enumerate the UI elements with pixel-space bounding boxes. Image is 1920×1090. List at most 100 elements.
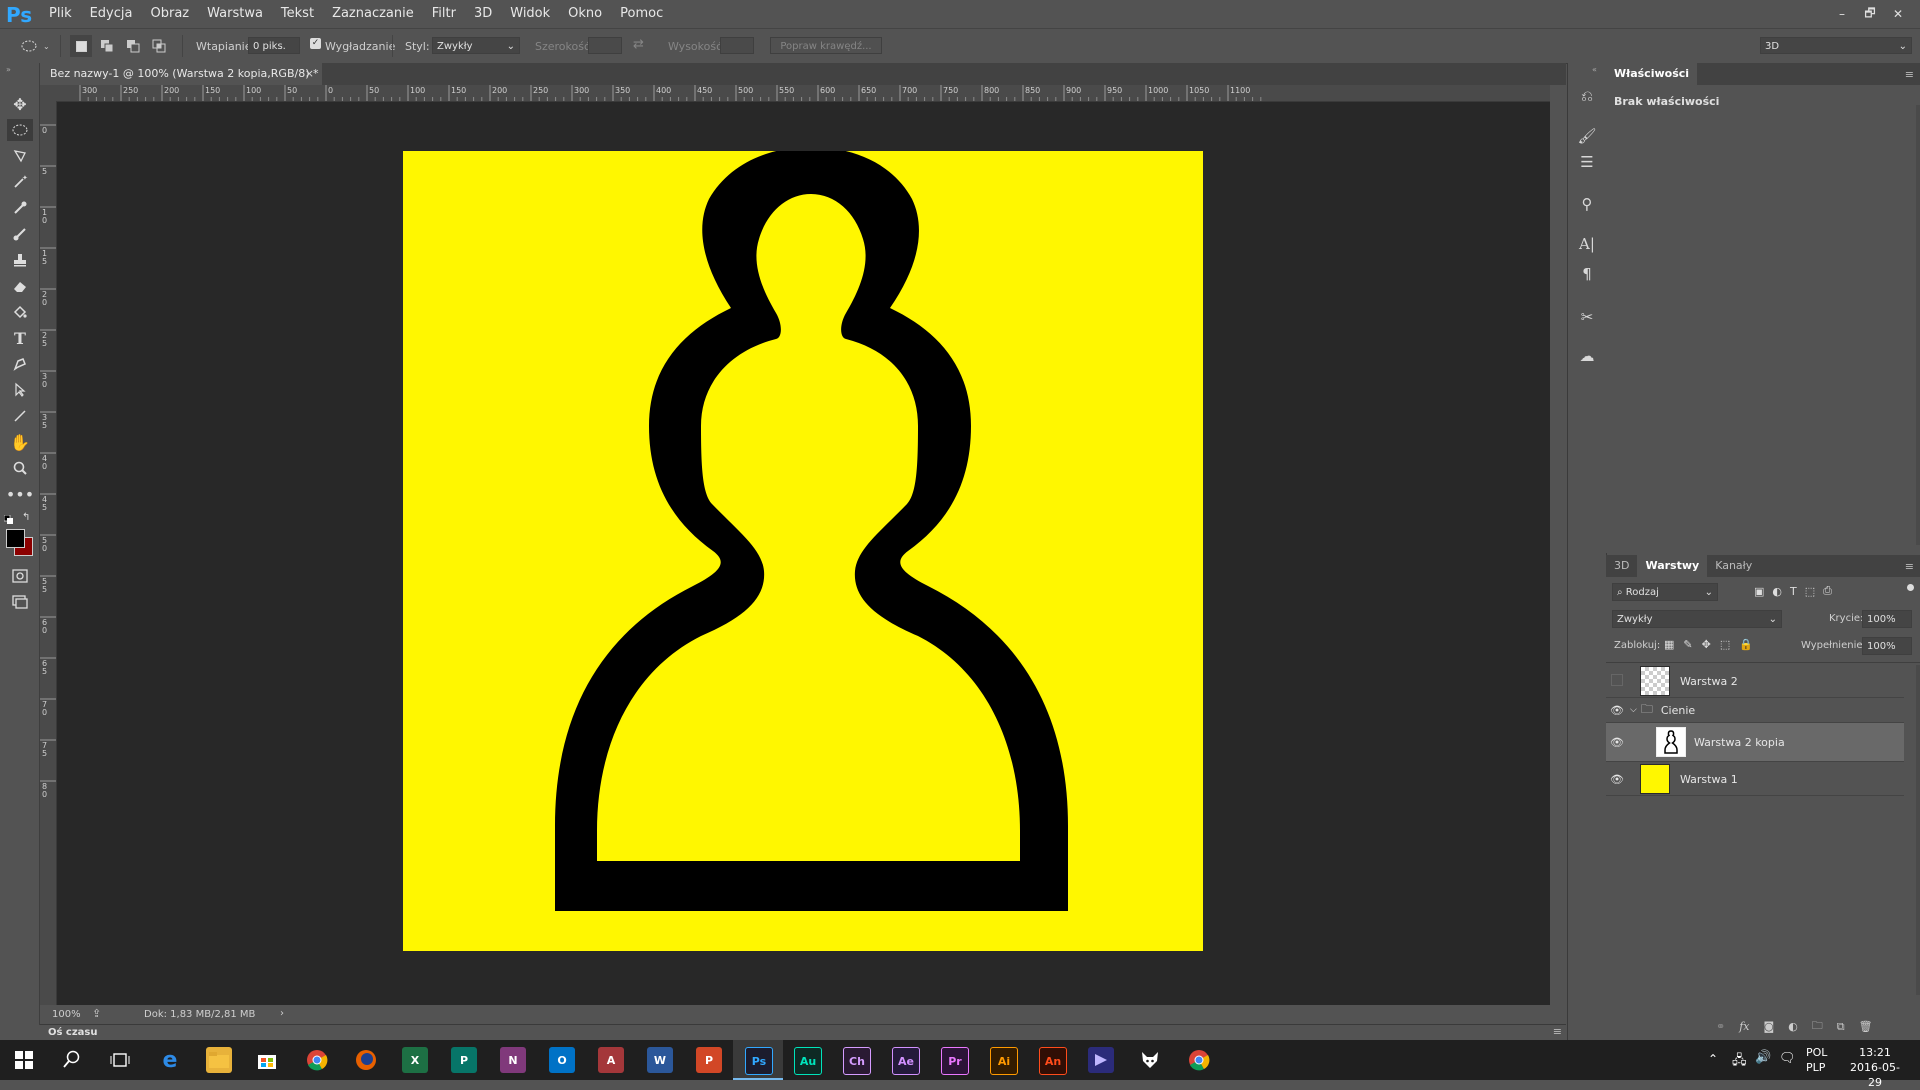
vertical-ruler[interactable]: 0 5 1 0 1 5 2 0 2 5 3 0 3 5 4 0 4 5 5 0 5 5 6 0 6 5 7 …: [40, 101, 57, 1005]
quick-mask-icon[interactable]: [7, 565, 33, 587]
tool-presets-icon[interactable]: ✂: [1576, 306, 1598, 328]
photoshop-taskbar-icon[interactable]: Ps: [745, 1047, 773, 1075]
layer-name[interactable]: Warstwa 1: [1680, 773, 1738, 786]
new-layer-icon[interactable]: ⧉: [1837, 1020, 1845, 1034]
collapse-icon[interactable]: «: [1592, 65, 1597, 74]
filter-adjustment-icon[interactable]: ◐: [1772, 585, 1782, 598]
more-tools-icon[interactable]: •••: [6, 483, 34, 505]
hand-tool-icon[interactable]: ✋: [7, 431, 33, 453]
notifications-icon[interactable]: 🗨: [1779, 1051, 1796, 1066]
chevron-right-icon[interactable]: ›: [280, 1008, 284, 1019]
link-icon[interactable]: ⚭: [1716, 1020, 1725, 1033]
timeline-label[interactable]: Oś czasu: [48, 1027, 98, 1038]
menu-okno[interactable]: Okno: [559, 0, 611, 28]
zoom-tool-icon[interactable]: [7, 457, 33, 479]
elliptical-marquee-tool-icon[interactable]: [7, 119, 33, 141]
layer-row-cienie[interactable]: 👁 ⌵ 🗀 Cienie: [1606, 698, 1904, 723]
eyedropper-tool-icon[interactable]: [7, 197, 33, 219]
menu-filtr[interactable]: Filtr: [423, 0, 465, 28]
eye-icon[interactable]: 👁: [1606, 704, 1628, 717]
zoom-level[interactable]: 100%: [52, 1009, 81, 1020]
workspace-select[interactable]: 3D ⌄: [1760, 37, 1912, 54]
lock-all-icon[interactable]: 🔒: [1739, 638, 1753, 651]
tab-properties[interactable]: Właściwości: [1606, 63, 1698, 85]
document-canvas[interactable]: [403, 147, 1203, 951]
new-selection-icon[interactable]: [70, 35, 92, 57]
refine-edge-button[interactable]: Popraw krawędź...: [770, 37, 882, 54]
onenote-icon[interactable]: N: [500, 1047, 526, 1073]
search-icon[interactable]: [63, 1050, 81, 1071]
layer-filter-select[interactable]: ⌕ Rodzaj ⌄: [1612, 583, 1718, 601]
filter-toggle[interactable]: [1907, 584, 1914, 591]
width-input[interactable]: [588, 37, 622, 54]
audition-icon[interactable]: Au: [794, 1047, 822, 1075]
horizontal-ruler[interactable]: 300 250 200 150 100 50 0 50 100 150 200 250 300 350 40…: [56, 85, 1550, 102]
tab-3d[interactable]: 3D: [1606, 555, 1637, 577]
screen-mode-icon[interactable]: [7, 591, 33, 613]
edge-icon[interactable]: e: [157, 1047, 183, 1073]
default-colors-icon[interactable]: [3, 514, 13, 524]
windows-start-icon[interactable]: [15, 1051, 33, 1072]
add-selection-icon[interactable]: [96, 35, 118, 57]
style-select[interactable]: Zwykły ⌄: [432, 37, 520, 54]
history-icon[interactable]: ⎌: [1576, 85, 1598, 107]
access-icon[interactable]: A: [598, 1047, 624, 1073]
character-icon[interactable]: A|: [1576, 233, 1598, 255]
menu-tekst[interactable]: Tekst: [272, 0, 323, 28]
layer-row-warstwa-2-kopia[interactable]: 👁 Warstwa 2 kopia: [1606, 723, 1904, 762]
media-encoder-icon[interactable]: [1088, 1047, 1114, 1073]
premiere-icon[interactable]: Pr: [941, 1047, 969, 1075]
close-tab-icon[interactable]: ×: [305, 63, 314, 85]
store-icon[interactable]: [254, 1047, 280, 1073]
move-tool-icon[interactable]: ✥: [7, 93, 33, 115]
scrollbar[interactable]: [1916, 665, 1920, 995]
mask-icon[interactable]: ◙: [1764, 1020, 1775, 1033]
tab-channels[interactable]: Kanały: [1707, 555, 1760, 577]
antialias-checkbox[interactable]: ✓: [310, 38, 321, 49]
folder-icon[interactable]: 🗀: [1812, 1017, 1823, 1036]
network-icon[interactable]: 🖧: [1732, 1051, 1747, 1073]
document-tab[interactable]: Bez nazwy-1 @ 100% (Warstwa 2 kopia,RGB/…: [40, 63, 322, 85]
swap-icon[interactable]: ⇄: [633, 37, 644, 52]
animate-icon[interactable]: An: [1039, 1047, 1067, 1075]
lock-transparency-icon[interactable]: ▦: [1664, 638, 1674, 651]
paragraph-icon[interactable]: ¶: [1576, 263, 1598, 285]
line-tool-icon[interactable]: [7, 405, 33, 427]
blend-mode-select[interactable]: Zwykły ⌄: [1612, 610, 1782, 628]
file-explorer-icon[interactable]: [206, 1047, 232, 1073]
layer-name[interactable]: Warstwa 2: [1680, 675, 1738, 688]
powerpoint-icon[interactable]: P: [696, 1047, 722, 1073]
menu-obraz[interactable]: Obraz: [141, 0, 198, 28]
menu-pomoc[interactable]: Pomoc: [611, 0, 672, 28]
scrollbar[interactable]: [1916, 105, 1920, 545]
creative-cloud-icon[interactable]: ☁: [1576, 345, 1598, 367]
minimize-button[interactable]: –: [1828, 7, 1856, 21]
character-animator-icon[interactable]: Ch: [843, 1047, 871, 1075]
chevron-up-icon[interactable]: ⌃: [1708, 1052, 1718, 1066]
lock-pixels-icon[interactable]: ✎: [1683, 638, 1692, 651]
layer-row-warstwa-2[interactable]: Warstwa 2: [1606, 665, 1904, 698]
subtract-selection-icon[interactable]: [122, 35, 144, 57]
height-input[interactable]: [720, 37, 754, 54]
trash-icon[interactable]: 🗑: [1859, 1020, 1873, 1033]
menu-edycja[interactable]: Edycja: [81, 0, 142, 28]
close-window-button[interactable]: ✕: [1884, 7, 1912, 21]
language-indicator[interactable]: POL PLP: [1806, 1045, 1827, 1075]
task-view-icon[interactable]: [110, 1051, 130, 1072]
word-icon[interactable]: W: [647, 1047, 673, 1073]
paint-bucket-tool-icon[interactable]: [7, 301, 33, 323]
illustrator-icon[interactable]: Ai: [990, 1047, 1018, 1075]
lock-position-icon[interactable]: ✥: [1702, 638, 1711, 651]
layer-name[interactable]: Cienie: [1661, 704, 1695, 717]
lasso-tool-icon[interactable]: [7, 145, 33, 167]
filter-pixel-icon[interactable]: ▣: [1754, 585, 1764, 598]
elliptical-marquee-icon[interactable]: [18, 35, 40, 57]
publisher-icon[interactable]: P: [451, 1047, 477, 1073]
firefox-icon[interactable]: [353, 1047, 379, 1073]
outlook-icon[interactable]: O: [549, 1047, 575, 1073]
eye-icon[interactable]: 👁: [1606, 773, 1628, 786]
after-effects-icon[interactable]: Ae: [892, 1047, 920, 1075]
pen-tool-icon[interactable]: [7, 353, 33, 375]
layer-row-warstwa-1[interactable]: 👁 Warstwa 1: [1606, 763, 1904, 796]
menu-plik[interactable]: Plik: [40, 0, 81, 28]
